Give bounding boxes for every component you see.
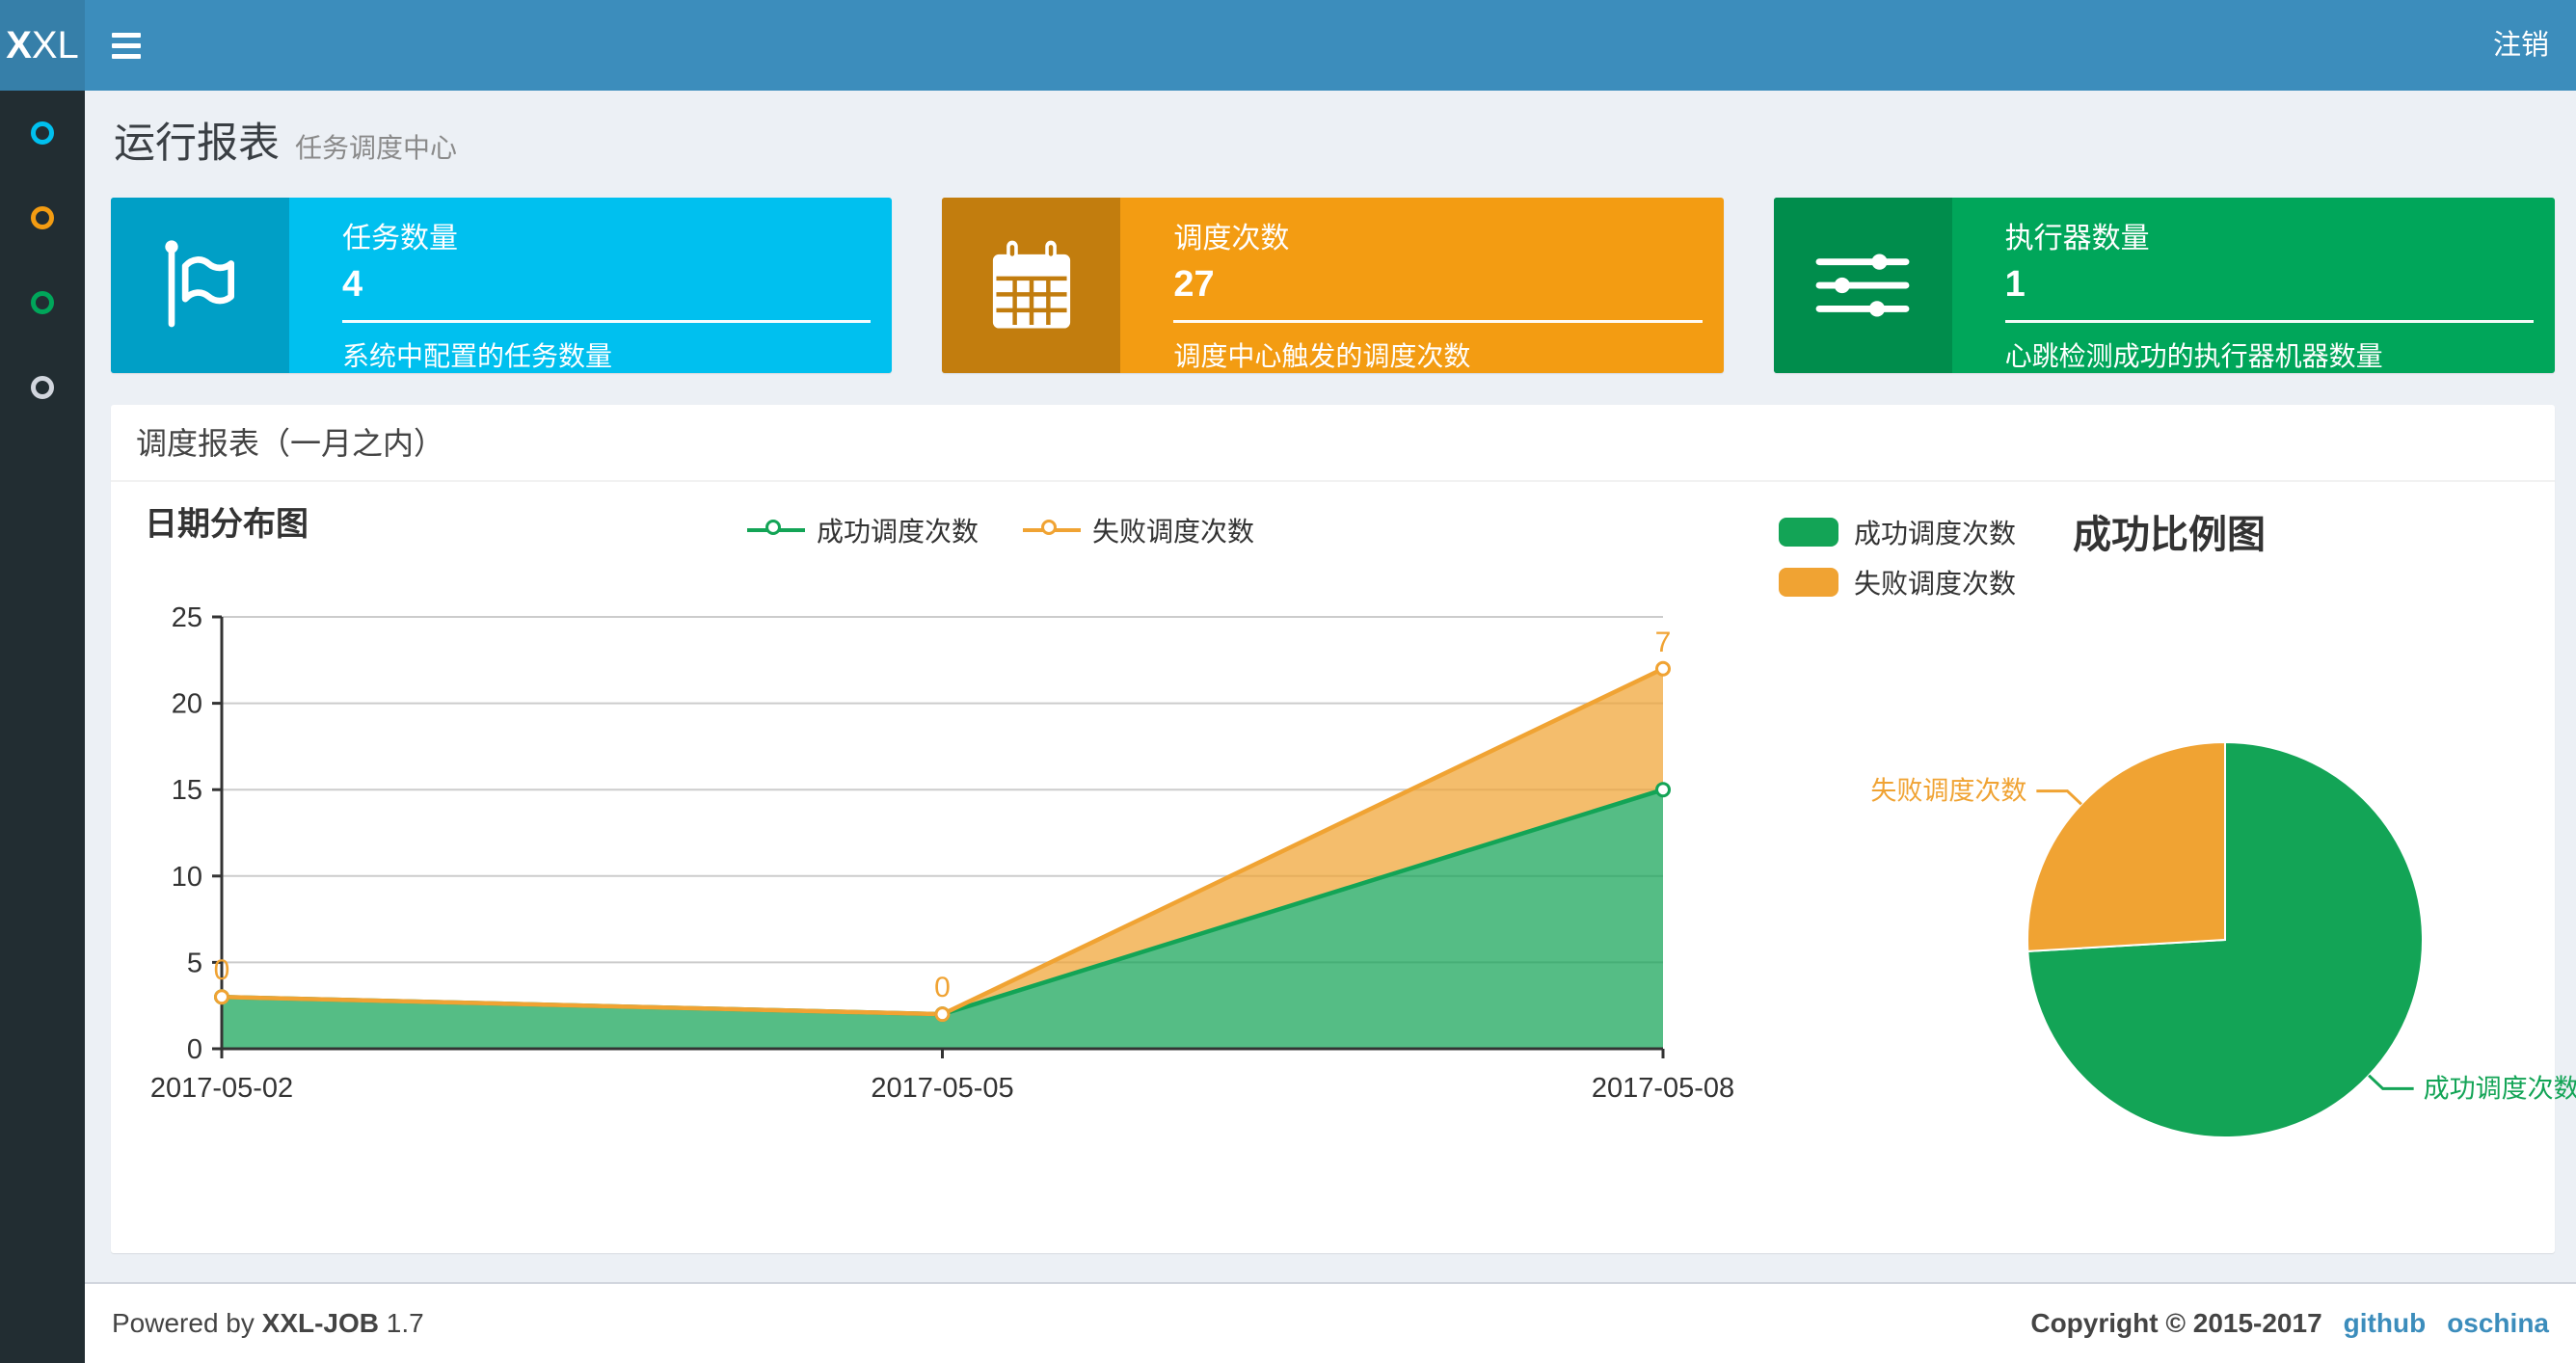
svg-text:10: 10 (172, 862, 202, 893)
legend-item[interactable]: 失败调度次数 (1023, 511, 1254, 549)
stat-card-executor-count: 执行器数量 1 心跳检测成功的执行器机器数量 (1773, 198, 2555, 373)
legend-label: 成功调度次数 (1854, 519, 2017, 548)
circle-icon (31, 206, 54, 229)
powered-prefix: Powered by (112, 1308, 255, 1338)
dispatch-report-panel: 调度报表（一月之内） 日期分布图 成功调度次数 失败调度次数 0 5 10 15 20 25… (111, 405, 2576, 1253)
svg-text:15: 15 (172, 775, 202, 806)
sidebar-item-executors[interactable] (0, 260, 85, 345)
sidebar-toggle-button[interactable] (85, 0, 168, 91)
card-title: 调度次数 (1173, 223, 1290, 254)
card-content: 调度次数 27 调度中心触发的调度次数 (1120, 198, 1723, 373)
sliders-icon (1773, 198, 1952, 373)
legend-label: 失败调度次数 (1854, 569, 2017, 599)
legend-label: 成功调度次数 (817, 517, 979, 547)
legend-swatch-icon (1779, 568, 1838, 597)
oschina-link[interactable]: oschina (2447, 1308, 2549, 1339)
logo-text-light: XL (31, 23, 79, 67)
footer: Powered by XXL-JOB 1.7 Copyright © 2015-… (85, 1282, 2576, 1363)
github-link[interactable]: github (2344, 1308, 2427, 1339)
svg-text:25: 25 (172, 602, 202, 633)
svg-text:2017-05-08: 2017-05-08 (1592, 1073, 1734, 1104)
card-title: 执行器数量 (2004, 223, 2150, 254)
hamburger-icon (112, 42, 141, 48)
stat-card-job-count: 任务数量 4 系统中配置的任务数量 (111, 198, 893, 373)
page-title: 运行报表 (114, 120, 280, 167)
sidebar-item-dashboard[interactable] (0, 91, 85, 175)
hamburger-icon (112, 53, 141, 59)
card-description: 调度中心触发的调度次数 (1173, 341, 1471, 371)
svg-text:0: 0 (187, 1034, 202, 1065)
circle-icon (31, 291, 54, 314)
content-area: 运行报表 任务调度中心 任务数量 4 系统中配置的任务数量 调度次数 27 调度… (85, 91, 2576, 1282)
svg-text:2017-05-05: 2017-05-05 (871, 1073, 1013, 1104)
hamburger-icon (112, 32, 141, 38)
svg-text:7: 7 (1655, 627, 1672, 658)
svg-text:0: 0 (214, 954, 230, 986)
legend-label: 失败调度次数 (1092, 517, 1255, 547)
svg-text:2017-05-02: 2017-05-02 (150, 1073, 293, 1104)
copyright-block: Copyright © 2015-2017 github oschina (2030, 1308, 2549, 1339)
logo-text-bold: X (6, 23, 32, 67)
circle-icon (31, 376, 54, 399)
card-title: 任务数量 (342, 223, 458, 254)
pie-chart-legend: 成功调度次数 失败调度次数 (1779, 513, 2016, 601)
page-header: 运行报表 任务调度中心 (114, 110, 457, 170)
card-content: 执行器数量 1 心跳检测成功的执行器机器数量 (1952, 198, 2555, 373)
sidebar-item-jobs[interactable] (0, 175, 85, 260)
circle-icon (31, 121, 54, 145)
pie-chart-title: 成功比例图 (2073, 514, 2266, 556)
svg-text:5: 5 (187, 948, 202, 978)
sidebar-item-logs[interactable] (0, 345, 85, 430)
svg-text:失败调度次数: 失败调度次数 (1870, 777, 2026, 806)
panel-body: 日期分布图 成功调度次数 失败调度次数 0 5 10 15 20 25 2017-05-02 2… (111, 482, 2576, 1251)
calendar-icon (942, 198, 1121, 373)
line-chart-title: 日期分布图 (145, 506, 309, 543)
product-name: XXL-JOB (261, 1308, 380, 1338)
divider (2004, 320, 2534, 323)
date-distribution-chart: 05101520252017-05-02 2017-05-05 2017-05-08… (150, 602, 1734, 1104)
divider (1173, 320, 1703, 323)
logout-link[interactable]: 注销 (2466, 0, 2576, 91)
panel-title: 调度报表（一月之内） (111, 405, 2555, 482)
page-subtitle: 任务调度中心 (295, 133, 458, 163)
success-ratio-pie-chart: 成功调度次数 失败调度次数 (1870, 740, 2576, 1138)
powered-by: Powered by XXL-JOB 1.7 (112, 1308, 424, 1339)
stat-card-trigger-count: 调度次数 27 调度中心触发的调度次数 (942, 198, 1724, 373)
card-description: 系统中配置的任务数量 (342, 341, 613, 371)
card-description: 心跳检测成功的执行器机器数量 (2004, 341, 2383, 371)
line-chart-legend: 成功调度次数 失败调度次数 (747, 511, 1254, 549)
legend-item[interactable]: 失败调度次数 (1779, 563, 2016, 601)
app-logo[interactable]: X XL (0, 0, 85, 91)
svg-text:20: 20 (172, 689, 202, 720)
flag-icon (111, 198, 289, 373)
stat-cards-row: 任务数量 4 系统中配置的任务数量 调度次数 27 调度中心触发的调度次数 执行… (111, 198, 2555, 373)
copyright-text: Copyright © 2015-2017 (2030, 1308, 2322, 1338)
legend-swatch-icon (1779, 518, 1838, 547)
card-value: 4 (342, 264, 363, 305)
top-navbar: X XL 注销 (0, 0, 2576, 91)
line-marker-icon (747, 518, 805, 543)
product-version: 1.7 (386, 1308, 424, 1338)
divider (342, 320, 872, 323)
svg-text:成功调度次数: 成功调度次数 (2424, 1074, 2576, 1103)
card-content: 任务数量 4 系统中配置的任务数量 (289, 198, 892, 373)
card-value: 27 (1173, 264, 1215, 305)
legend-item[interactable]: 成功调度次数 (747, 511, 979, 549)
sidebar-nav (0, 91, 85, 1363)
svg-text:0: 0 (934, 972, 951, 1003)
line-marker-icon (1023, 518, 1082, 543)
legend-item[interactable]: 成功调度次数 (1779, 513, 2016, 551)
card-value: 1 (2004, 264, 2026, 305)
